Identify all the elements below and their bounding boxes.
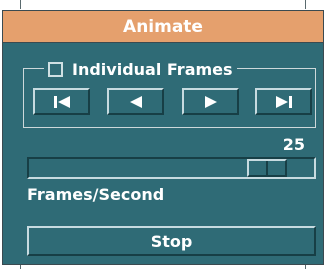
previous-frame-button[interactable]	[107, 88, 164, 115]
play-forward-icon	[204, 95, 217, 108]
frame-tick	[20, 0, 21, 9]
frame-rate-value: 25	[282, 135, 305, 154]
slider-thumb[interactable]	[247, 159, 287, 177]
skip-to-start-icon	[53, 95, 70, 108]
frame-tick	[305, 0, 306, 9]
skip-to-end-icon	[275, 95, 292, 108]
individual-frames-checkbox[interactable]	[48, 61, 63, 77]
individual-frames-legend: Individual Frames	[44, 55, 237, 83]
window-title: Animate	[3, 11, 323, 43]
frame-rate-slider[interactable]	[27, 157, 316, 179]
first-frame-button[interactable]	[33, 88, 90, 115]
individual-frames-label: Individual Frames	[72, 59, 233, 79]
frame-rate-label: Frames/Second	[27, 185, 165, 204]
next-frame-button[interactable]	[182, 88, 239, 115]
play-reverse-icon	[129, 95, 142, 108]
thumb-notch	[266, 161, 268, 175]
stop-button[interactable]: Stop	[27, 226, 316, 256]
last-frame-button[interactable]	[255, 88, 312, 115]
